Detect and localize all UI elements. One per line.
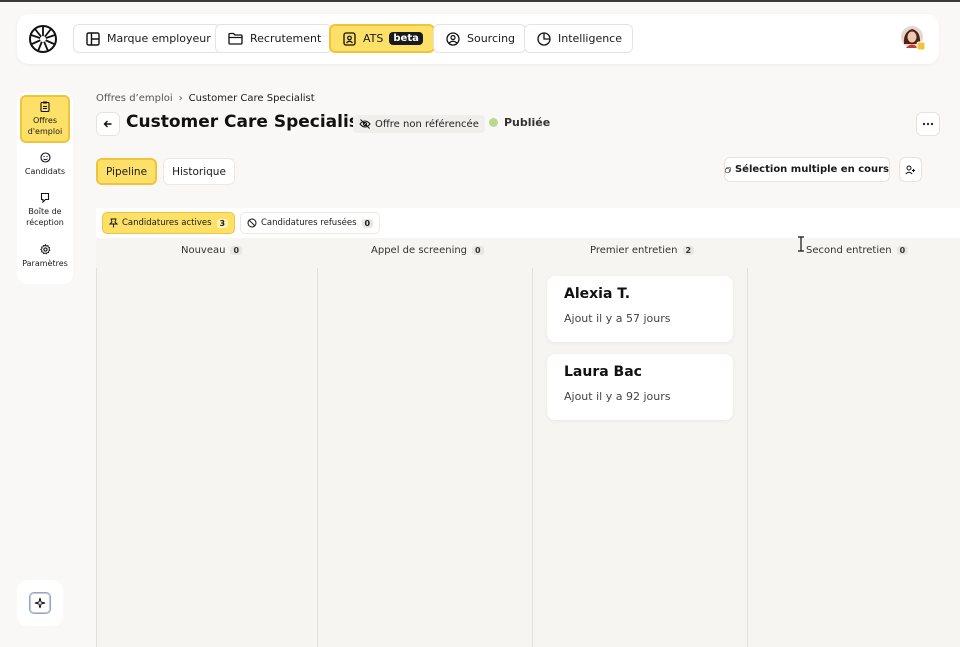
- reference-badge-label: Offre non référencée: [375, 118, 479, 130]
- window-top-edge: [0, 0, 960, 2]
- column-title: Appel de screening: [371, 245, 468, 256]
- block-icon: [247, 218, 257, 228]
- nav-label: Recrutement: [250, 32, 322, 45]
- beta-badge: beta: [389, 32, 423, 45]
- application-filter-bar: Candidatures actives 3 Candidatures refu…: [96, 208, 960, 238]
- count-badge: 0: [361, 218, 374, 228]
- publication-status: Publiée: [489, 116, 550, 129]
- pipeline-board: Candidatures actives 3 Candidatures refu…: [96, 208, 960, 647]
- pin-icon: [109, 218, 118, 228]
- column-title: Premier entretien: [590, 245, 678, 256]
- nav-ats[interactable]: ATS beta: [329, 24, 435, 53]
- user-plus-icon: [905, 165, 915, 174]
- candidate-card[interactable]: Alexia T. Ajout il y a 57 jours: [547, 276, 733, 342]
- pie-chart-icon: [537, 31, 551, 46]
- sidebar-item-label: Paramètres: [22, 259, 68, 268]
- user-circle-icon: [446, 31, 460, 46]
- sidebar-item-label: Offres d'emploi: [27, 116, 63, 136]
- count-badge: 2: [682, 246, 695, 255]
- sidebar-item-candidats[interactable]: Candidats: [20, 148, 70, 180]
- copy-icon: [725, 166, 731, 173]
- column-header-appel-screening: Appel de screening 0: [371, 245, 484, 256]
- nav-marque-employeur[interactable]: Marque employeur: [73, 24, 222, 53]
- nav-label: Sourcing: [467, 32, 516, 45]
- sidebar-item-label: Candidats: [24, 167, 66, 176]
- candidate-card[interactable]: Laura Bac Ajout il y a 92 jours: [547, 354, 733, 420]
- multi-select-label: Sélection multiple en cours: [734, 164, 889, 175]
- more-horizontal-icon: [922, 122, 934, 126]
- nav-label: Intelligence: [558, 32, 623, 45]
- add-user-button[interactable]: [899, 157, 922, 182]
- user-avatar[interactable]: [901, 26, 925, 50]
- folder-icon: [228, 32, 243, 45]
- tab-pipeline[interactable]: Pipeline: [96, 158, 157, 185]
- candidate-name: Laura Bac: [564, 364, 642, 380]
- filter-label: Candidatures actives: [122, 218, 212, 228]
- column-divider: [317, 268, 318, 647]
- sidebar: Offres d'emploi Candidats Boîte de récep…: [17, 92, 73, 284]
- nav-recrutement[interactable]: Recrutement: [215, 24, 333, 53]
- count-badge: 0: [230, 246, 243, 255]
- reference-status-badge: Offre non référencée: [353, 115, 485, 133]
- count-badge: 3: [216, 218, 229, 228]
- nav-sourcing[interactable]: Sourcing: [433, 24, 527, 53]
- count-badge: 0: [896, 246, 909, 255]
- back-button[interactable]: [96, 112, 120, 136]
- filter-label: Candidatures refusées: [261, 218, 357, 228]
- layout-icon: [86, 31, 100, 46]
- column-title: Second entretien: [806, 245, 892, 256]
- candidate-name: Alexia T.: [564, 286, 631, 302]
- column-header-premier-entretien: Premier entretien 2: [590, 245, 695, 256]
- text-cursor-icon: [798, 236, 804, 252]
- nav-label: ATS: [363, 32, 384, 45]
- status-label: Publiée: [504, 116, 551, 129]
- brand-logo[interactable]: [29, 25, 57, 53]
- candidate-added-date: Ajout il y a 92 jours: [564, 390, 671, 403]
- breadcrumb: Offres d’emploi › Customer Care Speciali…: [96, 93, 315, 104]
- sidebar-item-offres[interactable]: Offres d'emploi: [20, 95, 70, 143]
- clipboard-icon: [40, 101, 50, 112]
- sidebar-item-label: Boîte de réception: [26, 207, 64, 227]
- column-header-nouveau: Nouveau 0: [181, 245, 243, 256]
- filter-active-applications[interactable]: Candidatures actives 3: [102, 212, 236, 234]
- column-title: Nouveau: [181, 245, 226, 256]
- chevron-right-icon: ›: [178, 93, 183, 104]
- inbox-icon: [40, 192, 50, 203]
- id-badge-icon: [343, 31, 356, 46]
- nav-label: Marque employeur: [107, 32, 211, 45]
- count-badge: 0: [472, 246, 484, 255]
- top-navigation: Marque employeur Recrutement ATS beta So…: [17, 14, 939, 64]
- eye-off-icon: [359, 119, 371, 129]
- column-divider: [532, 268, 533, 647]
- sidebar-item-parametres[interactable]: Paramètres: [20, 240, 70, 272]
- breadcrumb-parent[interactable]: Offres d’emploi: [96, 93, 173, 104]
- ai-assistant-button[interactable]: [17, 580, 63, 626]
- more-options-button[interactable]: [916, 112, 940, 136]
- column-divider: [96, 268, 97, 647]
- page-title: Customer Care Specialist: [126, 112, 368, 132]
- candidate-added-date: Ajout il y a 57 jours: [564, 312, 671, 325]
- column-headers: Nouveau 0 Appel de screening 0 Premier e…: [96, 238, 960, 268]
- arrow-left-icon: [103, 120, 112, 128]
- status-dot: [489, 118, 498, 127]
- multi-select-button[interactable]: Sélection multiple en cours: [724, 157, 890, 182]
- breadcrumb-current: Customer Care Specialist: [188, 93, 315, 104]
- filter-rejected-applications[interactable]: Candidatures refusées 0: [240, 212, 381, 234]
- column-header-second-entretien: Second entretien 0: [806, 245, 909, 256]
- smiley-icon: [39, 152, 51, 163]
- gear-icon: [39, 244, 51, 255]
- column-divider: [747, 268, 748, 647]
- nav-intelligence[interactable]: Intelligence: [524, 24, 634, 53]
- sidebar-item-inbox[interactable]: Boîte de réception: [20, 188, 70, 230]
- sparkle-icon: [29, 592, 51, 614]
- tab-historique[interactable]: Historique: [163, 158, 235, 185]
